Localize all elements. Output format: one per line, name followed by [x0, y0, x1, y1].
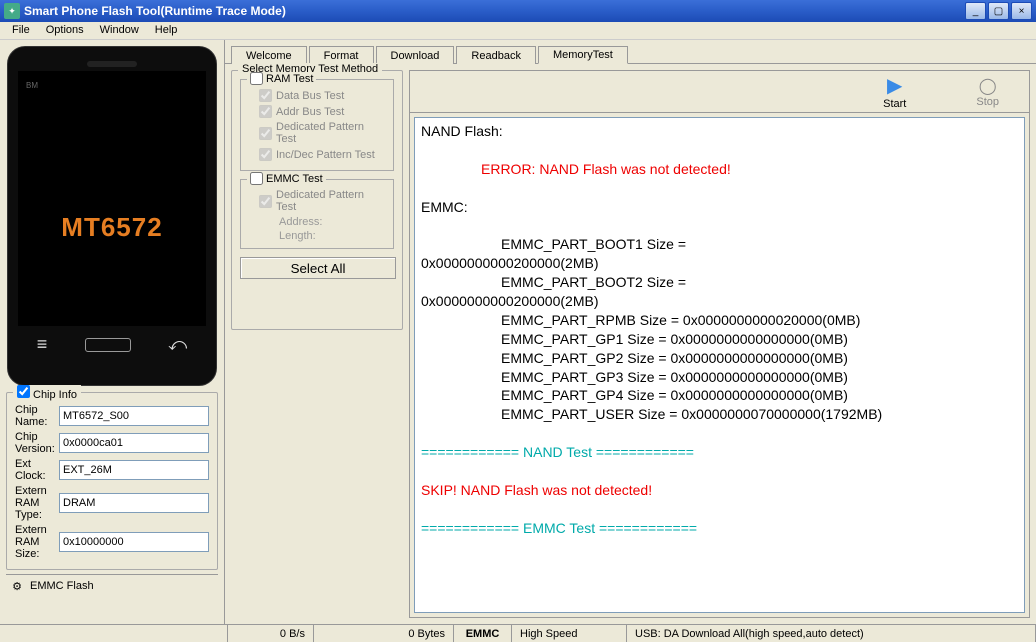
- dedicated-checkbox[interactable]: [259, 127, 272, 140]
- method-group: Select Memory Test Method RAM Test Data …: [231, 70, 403, 330]
- ram-size-input[interactable]: [59, 532, 209, 552]
- phone-speaker-icon: [87, 61, 137, 67]
- status-bps: 0 B/s: [228, 625, 314, 642]
- emmc-test-legend: EMMC Test: [247, 172, 326, 185]
- tab-memorytest[interactable]: MemoryTest: [538, 46, 628, 64]
- gear-icon: ⚙: [10, 579, 24, 593]
- tab-bar: Welcome Format Download Readback MemoryT…: [225, 44, 1036, 64]
- chip-info-legend: Chip Info: [13, 385, 81, 401]
- ram-test-checkbox[interactable]: [250, 72, 263, 85]
- phone-chip-label: MT6572: [8, 212, 216, 243]
- status-bar: 0 B/s 0 Bytes EMMC High Speed USB: DA Do…: [0, 624, 1036, 642]
- menu-window[interactable]: Window: [92, 22, 147, 39]
- emmc-dedicated-checkbox[interactable]: [259, 195, 272, 208]
- log-line: EMMC_PART_GP3 Size = 0x0000000000000000(…: [421, 368, 1018, 387]
- data-bus-checkbox[interactable]: [259, 89, 272, 102]
- log-line: EMMC_PART_GP1 Size = 0x0000000000000000(…: [421, 330, 1018, 349]
- ext-clock-label: Ext Clock:: [15, 458, 59, 482]
- menu-file[interactable]: File: [4, 22, 38, 39]
- log-line: SKIP! NAND Flash was not detected!: [421, 481, 1018, 500]
- log-line: EMMC_PART_BOOT2 Size =: [421, 273, 1018, 292]
- addr-bus-label: Addr Bus Test: [276, 106, 344, 118]
- stop-label: Stop: [976, 96, 999, 108]
- menu-bar: File Options Window Help: [0, 22, 1036, 40]
- back-key-icon: ⤺: [168, 334, 187, 355]
- close-button[interactable]: ×: [1011, 2, 1032, 20]
- ram-type-input[interactable]: [59, 493, 209, 513]
- status-emmc: EMMC: [454, 625, 512, 642]
- tab-download[interactable]: Download: [376, 46, 455, 64]
- menu-help[interactable]: Help: [147, 22, 186, 39]
- log-line: EMMC_PART_GP4 Size = 0x0000000000000000(…: [421, 386, 1018, 405]
- incdec-label: Inc/Dec Pattern Test: [276, 149, 375, 161]
- toolbar: ▶ Start ◯ Stop: [410, 71, 1029, 113]
- status-bytes: 0 Bytes: [314, 625, 454, 642]
- log-output[interactable]: NAND Flash: ERROR: NAND Flash was not de…: [414, 117, 1025, 613]
- maximize-button[interactable]: ▢: [988, 2, 1009, 20]
- log-line: ERROR: NAND Flash was not detected!: [421, 160, 1018, 179]
- address-label: Address:: [279, 216, 383, 228]
- play-icon: ▶: [887, 73, 902, 98]
- emmc-dedicated-label: Dedicated Pattern Test: [276, 189, 383, 213]
- ram-test-label: RAM Test: [266, 73, 313, 85]
- log-line: EMMC:: [421, 198, 1018, 217]
- phone-nav-keys: ≡ ⤺: [18, 334, 206, 355]
- app-icon: ✦: [4, 3, 20, 19]
- log-line: 0x0000000000200000(2MB): [421, 292, 1018, 311]
- phone-screen: [18, 71, 206, 326]
- log-line: EMMC_PART_GP2 Size = 0x0000000000000000(…: [421, 349, 1018, 368]
- log-line: 0x0000000000200000(2MB): [421, 254, 1018, 273]
- minimize-button[interactable]: _: [965, 2, 986, 20]
- incdec-checkbox[interactable]: [259, 148, 272, 161]
- chip-name-label: Chip Name:: [15, 404, 59, 428]
- left-panel: BM MT6572 ≡ ⤺ Chip Info Chip Name: Chip …: [0, 40, 225, 624]
- tab-welcome[interactable]: Welcome: [231, 46, 307, 64]
- title-bar: ✦ Smart Phone Flash Tool(Runtime Trace M…: [0, 0, 1036, 22]
- chip-name-input[interactable]: [59, 406, 209, 426]
- stop-icon: ◯: [979, 76, 997, 96]
- start-button[interactable]: ▶ Start: [883, 73, 906, 110]
- log-line: EMMC_PART_RPMB Size = 0x0000000000020000…: [421, 311, 1018, 330]
- log-line: NAND Flash:: [421, 122, 1018, 141]
- ext-clock-input[interactable]: [59, 460, 209, 480]
- window-title: Smart Phone Flash Tool(Runtime Trace Mod…: [24, 4, 963, 18]
- ram-size-label: Extern RAM Size:: [15, 524, 59, 560]
- phone-preview: BM MT6572 ≡ ⤺: [7, 46, 217, 386]
- dedicated-label: Dedicated Pattern Test: [276, 121, 383, 145]
- emmc-test-checkbox[interactable]: [250, 172, 263, 185]
- chip-info-toggle[interactable]: [17, 385, 30, 398]
- right-panel: Welcome Format Download Readback MemoryT…: [225, 40, 1036, 624]
- phone-brand: BM: [26, 81, 38, 90]
- emmc-flash-label: EMMC Flash: [30, 580, 94, 592]
- chip-info-group: Chip Info Chip Name: Chip Version: Ext C…: [6, 392, 218, 570]
- log-line: EMMC_PART_BOOT1 Size =: [421, 235, 1018, 254]
- status-speed: High Speed: [512, 625, 627, 642]
- log-line: ============ NAND Test ============: [421, 443, 1018, 462]
- menu-key-icon: ≡: [37, 334, 48, 355]
- length-label: Length:: [279, 230, 383, 242]
- chip-version-label: Chip Version:: [15, 431, 59, 455]
- emmc-test-label: EMMC Test: [266, 173, 323, 185]
- chip-info-legend-label: Chip Info: [33, 389, 77, 401]
- log-line: ============ EMMC Test ============: [421, 519, 1018, 538]
- stop-button[interactable]: ◯ Stop: [976, 76, 999, 108]
- ram-test-group: RAM Test Data Bus Test Addr Bus Test Ded…: [240, 79, 394, 171]
- log-line: EMMC_PART_USER Size = 0x0000000070000000…: [421, 405, 1018, 424]
- data-bus-label: Data Bus Test: [276, 90, 344, 102]
- ram-test-legend: RAM Test: [247, 72, 316, 85]
- addr-bus-checkbox[interactable]: [259, 105, 272, 118]
- tab-readback[interactable]: Readback: [456, 46, 536, 64]
- menu-options[interactable]: Options: [38, 22, 92, 39]
- chip-version-input[interactable]: [59, 433, 209, 453]
- ram-type-label: Extern RAM Type:: [15, 485, 59, 521]
- emmc-flash-row: ⚙ EMMC Flash: [6, 574, 218, 597]
- home-key-icon: [85, 338, 131, 352]
- start-label: Start: [883, 98, 906, 110]
- status-usb: USB: DA Download All(high speed,auto det…: [627, 625, 1036, 642]
- emmc-test-group: EMMC Test Dedicated Pattern Test Address…: [240, 179, 394, 249]
- select-all-button[interactable]: Select All: [240, 257, 396, 279]
- status-empty: [0, 625, 228, 642]
- output-panel: ▶ Start ◯ Stop NAND Flash: ERROR: NAND F…: [409, 70, 1030, 618]
- tab-format[interactable]: Format: [309, 46, 374, 64]
